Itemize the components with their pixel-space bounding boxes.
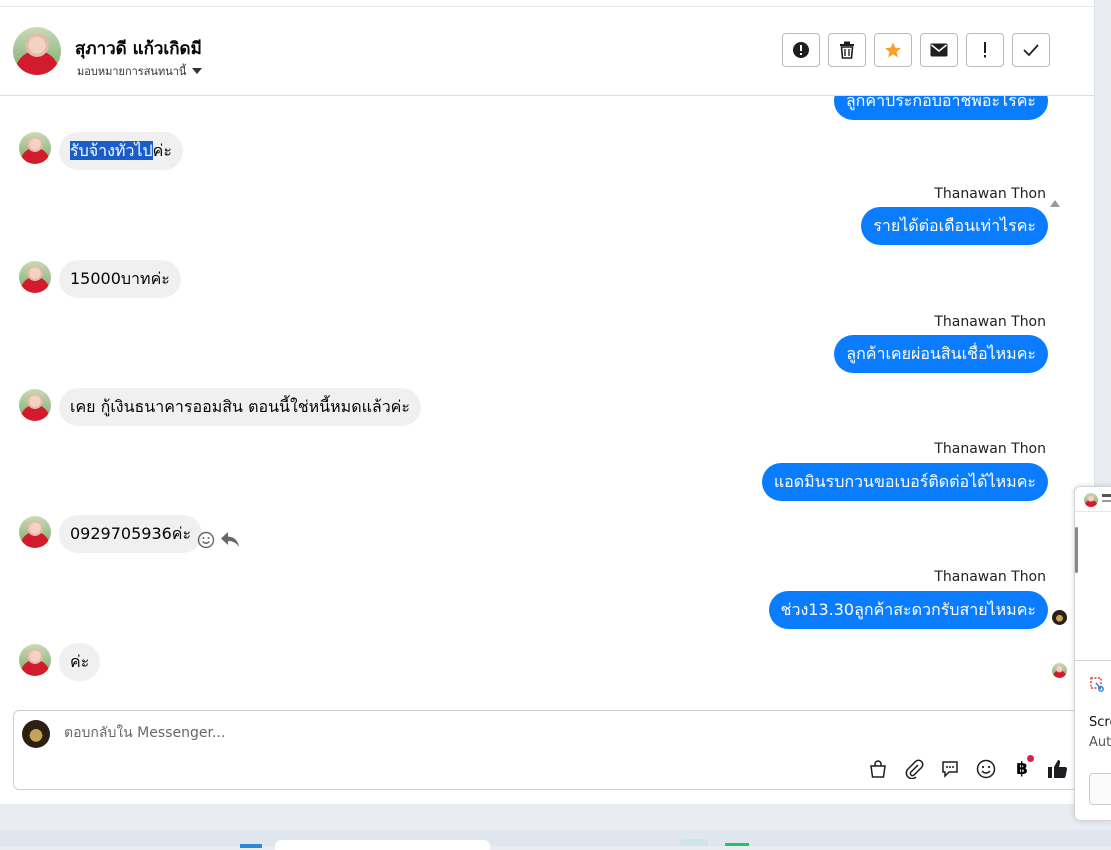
incoming-message[interactable]: ค่ะ [59, 643, 101, 681]
message-text: ค่ะ [152, 141, 172, 160]
outgoing-message[interactable]: ลูกค้าประกอบอาชีพอะไรคะ [833, 96, 1048, 120]
reply-input[interactable] [62, 724, 966, 742]
notification-subtitle: Aut [1089, 735, 1111, 750]
envelope-icon [930, 43, 948, 57]
screenshot-notification-panel: Scre Aut [1074, 486, 1111, 821]
delete-button[interactable] [828, 33, 866, 67]
sender-name: Thanawan Thon [934, 441, 1046, 457]
star-icon [885, 42, 901, 58]
like-button[interactable] [1046, 757, 1070, 781]
taskbar-search[interactable] [275, 840, 490, 850]
incoming-message[interactable]: 0929705936ค่ะ [59, 515, 203, 553]
notification-action-button[interactable] [1089, 773, 1111, 805]
contact-avatar-small [19, 389, 51, 421]
sender-name: Thanawan Thon [934, 186, 1046, 202]
snipping-tool-icon [1090, 677, 1106, 697]
star-button[interactable] [874, 33, 912, 67]
caret-down-icon [192, 68, 203, 74]
paperclip-icon [905, 759, 924, 779]
page-avatar [22, 720, 50, 748]
outgoing-message[interactable]: แอดมินรบกวนขอเบอร์ติดต่อได้ไหมคะ [761, 463, 1048, 501]
sender-name: Thanawan Thon [934, 569, 1046, 585]
contact-avatar-small [19, 261, 51, 293]
taskbar-app-icon[interactable] [680, 839, 708, 846]
message-thread[interactable]: ลูกค้าประกอบอาชีพอะไรคะ รับจ้างทั่วไปค่ะ… [0, 96, 1078, 706]
alert-circle-icon [793, 42, 809, 58]
scroll-up-arrow-icon[interactable] [1050, 200, 1060, 207]
sender-name: Thanawan Thon [934, 314, 1046, 330]
notification-dot [1027, 755, 1034, 762]
emoji-button[interactable] [974, 757, 998, 781]
panel-avatar [1084, 493, 1098, 507]
contact-avatar-small [19, 132, 51, 164]
panel-text-line [1102, 500, 1111, 502]
contact-avatar-small [19, 644, 51, 676]
panel-text-line [1102, 494, 1111, 497]
panel-scrollbar[interactable] [1075, 527, 1078, 573]
reply-composer: ฿ [13, 710, 1079, 790]
trash-icon [840, 41, 854, 59]
attach-button[interactable] [902, 757, 926, 781]
contact-avatar[interactable] [13, 27, 61, 75]
reply-icon[interactable] [220, 530, 240, 552]
checkmark-icon [1023, 44, 1039, 57]
messenger-window: สุภาวดี แก้วเกิดมี มอบหมายการสนทนานี้ ลู… [0, 0, 1095, 804]
selected-text: รับจ้างทั่วไป [70, 141, 153, 160]
shopping-bag-button[interactable] [866, 757, 890, 781]
shopping-bag-icon [870, 760, 886, 778]
incoming-message[interactable]: รับจ้างทั่วไปค่ะ [59, 132, 183, 170]
divider [1075, 660, 1111, 661]
notification-title: Scre [1089, 715, 1111, 730]
report-button[interactable] [782, 33, 820, 67]
header-actions [782, 33, 1050, 67]
composer-toolbar: ฿ [866, 755, 1070, 781]
divider [1075, 511, 1111, 512]
read-receipt-avatar [1052, 663, 1067, 678]
mark-unread-button[interactable] [920, 33, 958, 67]
incoming-message[interactable]: 15000บาทค่ะ [59, 260, 181, 298]
contact-avatar-small [19, 516, 51, 548]
outgoing-message[interactable]: รายได้ต่อเดือนเท่าไรคะ [861, 207, 1048, 245]
contact-name[interactable]: สุภาวดี แก้วเกิดมี [75, 35, 202, 62]
thumbs-up-icon [1048, 760, 1068, 779]
os-taskbar [0, 830, 1111, 850]
incoming-message[interactable]: เคย กู้เงินธนาคารออมสิน ตอนนี้ใช่หนี้หมด… [59, 388, 421, 426]
exclamation-icon [984, 42, 986, 58]
react-icon[interactable] [197, 531, 215, 553]
assign-conversation-dropdown[interactable]: มอบหมายการสนทนานี้ [77, 62, 203, 80]
follow-up-button[interactable] [966, 33, 1004, 67]
baht-icon: ฿ [1016, 759, 1028, 779]
smiley-icon [976, 759, 996, 779]
payment-button[interactable]: ฿ [1010, 755, 1034, 781]
saved-replies-button[interactable] [938, 757, 962, 781]
conversation-header: สุภาวดี แก้วเกิดมี มอบหมายการสนทนานี้ [0, 7, 1094, 96]
outgoing-message[interactable]: ลูกค้าเคยผ่อนสินเชื่อไหมคะ [834, 335, 1048, 373]
chat-bubble-icon [942, 761, 958, 778]
outgoing-message[interactable]: ช่วง13.30ลูกค้าสะดวกรับสายไหมคะ [768, 591, 1048, 629]
seen-avatar [1052, 610, 1067, 625]
taskbar-app-icon[interactable] [240, 844, 262, 848]
mark-done-button[interactable] [1012, 33, 1050, 67]
assign-label: มอบหมายการสนทนานี้ [77, 65, 187, 78]
